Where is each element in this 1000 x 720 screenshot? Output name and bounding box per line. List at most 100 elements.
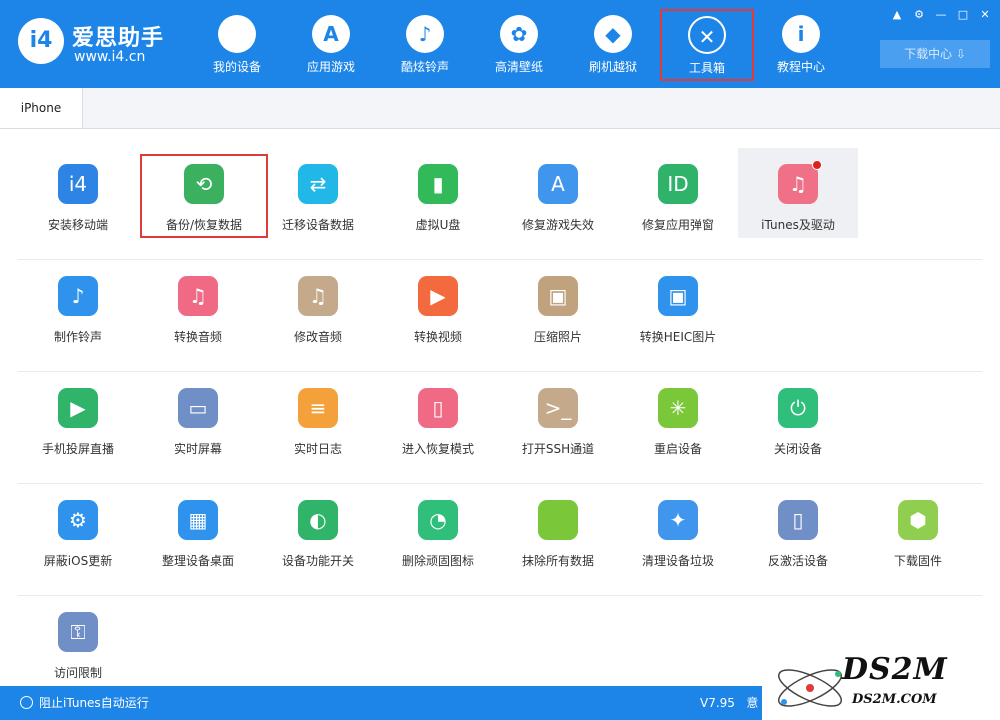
tool-label: 安装移动端 <box>47 218 108 232</box>
tool-label: 进入恢复模式 <box>401 442 474 456</box>
music-edit-icon: ♫ <box>298 276 338 316</box>
toggle-switch-icon: ◐ <box>298 500 338 540</box>
tool-block-update[interactable]: ⚙ 屏蔽iOS更新 <box>18 484 138 574</box>
tool-power[interactable]: ⏻ 关闭设备 <box>738 372 858 462</box>
tool-migrate-phones[interactable]: ⇄ 迁移设备数据 <box>258 148 378 238</box>
nav-label: 我的设备 <box>212 60 261 74</box>
brand-name: 爱思助手 <box>72 26 165 51</box>
nav-item-0[interactable]: 我的设备 <box>190 10 284 80</box>
migrate-phones-icon: ⇄ <box>298 164 338 204</box>
nav-item-1[interactable]: A 应用游戏 <box>284 10 378 80</box>
minimize-icon[interactable]: — <box>932 7 950 23</box>
tool-restart[interactable]: ✳ 重启设备 <box>618 372 738 462</box>
deactivate-icon: ▯ <box>778 500 818 540</box>
nav-label: 教程中心 <box>776 60 825 74</box>
tool-label: 下载固件 <box>893 554 942 568</box>
dropbox-icon: ◆ <box>594 15 632 53</box>
block-itunes-toggle[interactable]: 阻止iTunes自动运行 <box>20 686 149 720</box>
tool-backup-clock[interactable]: ⟲ 备份/恢复数据 <box>140 154 268 238</box>
tools-row: ⚙ 屏蔽iOS更新 ▦ 整理设备桌面 ◐ 设备功能开关 ◔ 删除顽固图标 抹除所有数据 ✦ 清理设备… <box>18 484 982 596</box>
tool-music-edit[interactable]: ♫ 修改音频 <box>258 260 378 350</box>
restart-icon: ✳ <box>658 388 698 428</box>
tool-key[interactable]: ⚿ 访问限制 <box>18 596 138 686</box>
nav-item-5[interactable]: ✕ 工具箱 <box>660 9 754 81</box>
key-icon: ⚿ <box>58 612 98 652</box>
tool-delete-icon-pie[interactable]: ◔ 删除顽固图标 <box>378 484 498 574</box>
tool-label: iTunes及驱动 <box>761 218 835 232</box>
tool-deactivate[interactable]: ▯ 反激活设备 <box>738 484 858 574</box>
tool-log[interactable]: ≡ 实时日志 <box>258 372 378 462</box>
tool-monitor[interactable]: ▭ 实时屏幕 <box>138 372 258 462</box>
tool-label: 修改音频 <box>293 330 342 344</box>
tool-bell-plus[interactable]: ♪ 制作铃声 <box>18 260 138 350</box>
firmware-box-icon: ⬢ <box>898 500 938 540</box>
photo-compress-icon: ▣ <box>538 276 578 316</box>
tool-apple-id[interactable]: ID 修复应用弹窗 <box>618 148 738 238</box>
tool-toggle-switch[interactable]: ◐ 设备功能开关 <box>258 484 378 574</box>
nav-item-4[interactable]: ◆ 刷机越狱 <box>566 10 660 80</box>
tool-i4[interactable]: i4 安装移动端 <box>18 148 138 238</box>
apple-id-icon: ID <box>658 164 698 204</box>
radio-circle-icon <box>20 696 33 709</box>
shirt-icon[interactable]: ▲ <box>888 7 906 23</box>
tool-label: 迁移设备数据 <box>281 218 354 232</box>
heic-convert-icon: ▣ <box>658 276 698 316</box>
tool-label: 删除顽固图标 <box>401 554 474 568</box>
i4-icon: i4 <box>58 164 98 204</box>
info-icon: i <box>782 15 820 53</box>
tool-screen-cast[interactable]: ▶ 手机投屏直播 <box>18 372 138 462</box>
block-itunes-label: 阻止iTunes自动运行 <box>39 696 149 710</box>
delete-icon-pie-icon: ◔ <box>418 500 458 540</box>
version-label: V7.95 意 <box>700 686 758 720</box>
bell-plus-icon: ♪ <box>58 276 98 316</box>
tool-label: 备份/恢复数据 <box>165 218 243 232</box>
nav-item-3[interactable]: ✿ 高清壁纸 <box>472 10 566 80</box>
nav-label: 刷机越狱 <box>588 60 637 74</box>
tool-heic-convert[interactable]: ▣ 转换HEIC图片 <box>618 260 738 350</box>
recovery-mode-icon: ▯ <box>418 388 458 428</box>
tool-label: 访问限制 <box>53 666 102 680</box>
backup-clock-icon: ⟲ <box>184 164 224 204</box>
tool-usb-drive[interactable]: ▮ 虚拟U盘 <box>378 148 498 238</box>
tool-label: 打开SSH通道 <box>521 442 595 456</box>
tool-label: 虚拟U盘 <box>415 218 461 232</box>
tool-photo-compress[interactable]: ▣ 压缩照片 <box>498 260 618 350</box>
tool-broom[interactable]: ✦ 清理设备垃圾 <box>618 484 738 574</box>
tools-row: i4 安装移动端 ⟲ 备份/恢复数据 ⇄ 迁移设备数据 ▮ 虚拟U盘 A 修复游戏失效 ID 修复应用… <box>18 148 982 260</box>
tool-label: 转换音频 <box>173 330 222 344</box>
screen-cast-icon: ▶ <box>58 388 98 428</box>
ssh-terminal-icon: >_ <box>538 388 578 428</box>
tab-iphone[interactable]: iPhone <box>0 88 83 128</box>
tools-icon: ✕ <box>688 16 726 54</box>
tool-ssh-terminal[interactable]: >_ 打开SSH通道 <box>498 372 618 462</box>
nav-label: 高清壁纸 <box>494 60 543 74</box>
tool-itunes[interactable]: ♫ iTunes及驱动 <box>738 148 858 238</box>
status-extra-text: 意 <box>746 696 759 710</box>
download-center-button[interactable]: 下载中心 ⇩ <box>880 40 990 68</box>
gear-icon[interactable]: ⚙ <box>910 7 928 23</box>
tool-video-convert[interactable]: ▶ 转换视频 <box>378 260 498 350</box>
tool-label: 制作铃声 <box>53 330 102 344</box>
tool-repair-app[interactable]: A 修复游戏失效 <box>498 148 618 238</box>
nav-label: 应用游戏 <box>306 60 355 74</box>
tool-label: 转换HEIC图片 <box>639 330 717 344</box>
atom-logo-icon <box>778 669 842 707</box>
tool-music-convert[interactable]: ♫ 转换音频 <box>138 260 258 350</box>
nav-item-6[interactable]: i 教程中心 <box>754 10 848 80</box>
tool-label: 手机投屏直播 <box>41 442 114 456</box>
nav-label: 工具箱 <box>688 61 725 75</box>
tool-desktop-grid[interactable]: ▦ 整理设备桌面 <box>138 484 258 574</box>
notification-dot <box>812 160 822 170</box>
music-convert-icon: ♫ <box>178 276 218 316</box>
tool-firmware-box[interactable]: ⬢ 下载固件 <box>858 484 978 574</box>
maximize-icon[interactable]: □ <box>954 7 972 23</box>
repair-app-icon: A <box>538 164 578 204</box>
nav-item-2[interactable]: ♪ 酷炫铃声 <box>378 10 472 80</box>
tools-row: ▶ 手机投屏直播 ▭ 实时屏幕 ≡ 实时日志 ▯ 进入恢复模式 >_ 打开SSH通道 ✳ 重启设备 ⏻ 关… <box>18 372 982 484</box>
tool-label: 实时屏幕 <box>173 442 222 456</box>
tool-label: 修复游戏失效 <box>521 218 594 232</box>
tool-label: 修复应用弹窗 <box>641 218 714 232</box>
tool-recovery-mode[interactable]: ▯ 进入恢复模式 <box>378 372 498 462</box>
close-icon[interactable]: ✕ <box>976 7 994 23</box>
tool-erase-apple[interactable]: 抹除所有数据 <box>498 484 618 574</box>
